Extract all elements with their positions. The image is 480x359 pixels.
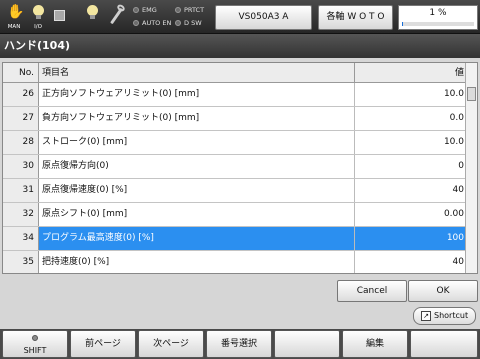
table-row[interactable]: 32 原点シフト(0) [mm] 0.00 — [3, 203, 467, 227]
emg-label: EMG — [142, 6, 157, 14]
emg-dot-icon — [133, 7, 139, 13]
ok-button[interactable]: OK — [408, 280, 478, 302]
dsw-dot-icon — [175, 20, 181, 26]
function-key-f7[interactable] — [410, 330, 478, 358]
table-row[interactable]: 26 正方向ソフトウェアリミット(0) [mm] 10.0 — [3, 83, 467, 107]
row-name: 原点シフト(0) [mm] — [39, 203, 355, 226]
row-value: 0.00 — [443, 209, 464, 219]
row-value: 100 — [355, 227, 467, 250]
header-value: 値 — [454, 68, 464, 78]
shift-label: SHIFT — [23, 346, 47, 355]
header-name: 項目名 — [39, 63, 355, 83]
table-rows: 26 正方向ソフトウェアリミット(0) [mm] 10.0 27 負方向ソフトウ… — [3, 83, 467, 273]
cancel-button[interactable]: Cancel — [337, 280, 407, 302]
row-no: 31 — [3, 179, 39, 202]
table-row[interactable]: 30 原点復帰方向(0) 0 — [3, 155, 467, 179]
row-value: 10.0 — [443, 137, 464, 147]
axis-mode-button[interactable]: 各軸 W O T O — [318, 5, 393, 30]
parameter-table: No. 項目名 値 26 正方向ソフトウェアリミット(0) [mm] 10.0 … — [2, 62, 478, 274]
wrench-icon[interactable] — [108, 3, 126, 28]
number-select-key[interactable]: 番号選択 — [206, 330, 272, 358]
row-name: プログラム最高速度(0) [%] — [39, 227, 355, 250]
scrollbar-thumb[interactable] — [467, 87, 476, 101]
prev-page-key[interactable]: 前ページ — [70, 330, 136, 358]
speed-bar — [402, 22, 474, 26]
shortcut-label: Shortcut — [434, 311, 469, 320]
shortcut-arrow-icon: ↗ — [421, 311, 431, 321]
row-no: 26 — [3, 83, 39, 106]
vertical-scrollbar[interactable] — [465, 63, 477, 273]
row-value: 0 — [458, 161, 464, 171]
row-name: 正方向ソフトウェアリミット(0) [mm] — [39, 83, 355, 106]
row-value: 10.0 — [443, 89, 464, 99]
io-bulb-icon — [33, 5, 44, 19]
row-name: 原点復帰速度(0) [%] — [39, 179, 355, 202]
table-row[interactable]: 28 ストローク(0) [mm] 10.0 — [3, 131, 467, 155]
row-name: 原点復帰方向(0) — [39, 155, 355, 178]
shortcut-button[interactable]: ↗ Shortcut — [413, 307, 476, 325]
prtct-label: PRTCT — [184, 6, 205, 14]
row-value: 40 — [452, 257, 464, 267]
function-key-bar: SHIFT 前ページ 次ページ 番号選択 編集 — [0, 329, 480, 359]
auto-en-indicator: AUTO EN — [133, 19, 171, 28]
speed-indicator[interactable]: 1 % — [398, 5, 478, 30]
man-label: MAN — [7, 24, 21, 30]
table-row[interactable]: 35 把持速度(0) [%] 40 — [3, 251, 467, 273]
shift-led-icon — [32, 335, 38, 341]
hand-icon: ✋ — [7, 4, 25, 20]
io-icon[interactable]: I/O — [26, 3, 50, 31]
lamp-icon[interactable] — [80, 3, 104, 31]
header-no: No. — [3, 63, 39, 83]
auto-en-label: AUTO EN — [142, 19, 172, 27]
prtct-dot-icon — [175, 7, 181, 13]
row-no: 34 — [3, 227, 39, 250]
row-name: ストローク(0) [mm] — [39, 131, 355, 154]
shift-key[interactable]: SHIFT — [2, 330, 68, 358]
function-key-f5[interactable] — [274, 330, 340, 358]
auto-en-dot-icon — [133, 20, 139, 26]
row-no: 28 — [3, 131, 39, 154]
table-row[interactable]: 27 負方向ソフトウェアリミット(0) [mm] 0.0 — [3, 107, 467, 131]
table-row[interactable]: 34 プログラム最高速度(0) [%] 100 — [3, 227, 467, 251]
row-no: 30 — [3, 155, 39, 178]
dsw-indicator: D SW — [175, 19, 202, 28]
row-name: 負方向ソフトウェアリミット(0) [mm] — [39, 107, 355, 130]
io-label: I/O — [34, 24, 42, 30]
table-header: No. 項目名 値 — [3, 63, 467, 83]
row-no: 32 — [3, 203, 39, 226]
prtct-indicator: PRTCT — [175, 6, 204, 15]
lamp-bulb-icon — [87, 5, 98, 19]
emg-indicator: EMG — [133, 6, 157, 15]
dsw-label: D SW — [184, 19, 202, 27]
row-value: 40 — [452, 185, 464, 195]
status-bar: ✋ MAN I/O EMG AUTO EN PRTCT D SW VS050A3… — [0, 0, 480, 34]
page-title: ハンド(104) — [0, 34, 480, 58]
row-name: 把持速度(0) [%] — [39, 251, 355, 273]
robot-select-button[interactable]: VS050A3 A — [215, 5, 312, 30]
row-no: 27 — [3, 107, 39, 130]
speed-bar-fill — [402, 22, 403, 26]
speed-text: 1 % — [429, 8, 447, 18]
row-no: 35 — [3, 251, 39, 273]
stop-square-icon[interactable] — [54, 10, 65, 21]
table-row[interactable]: 31 原点復帰速度(0) [%] 40 — [3, 179, 467, 203]
manual-mode-icon[interactable]: ✋ MAN — [2, 3, 26, 31]
row-value: 0.0 — [449, 113, 464, 123]
next-page-key[interactable]: 次ページ — [138, 330, 204, 358]
edit-key[interactable]: 編集 — [342, 330, 408, 358]
